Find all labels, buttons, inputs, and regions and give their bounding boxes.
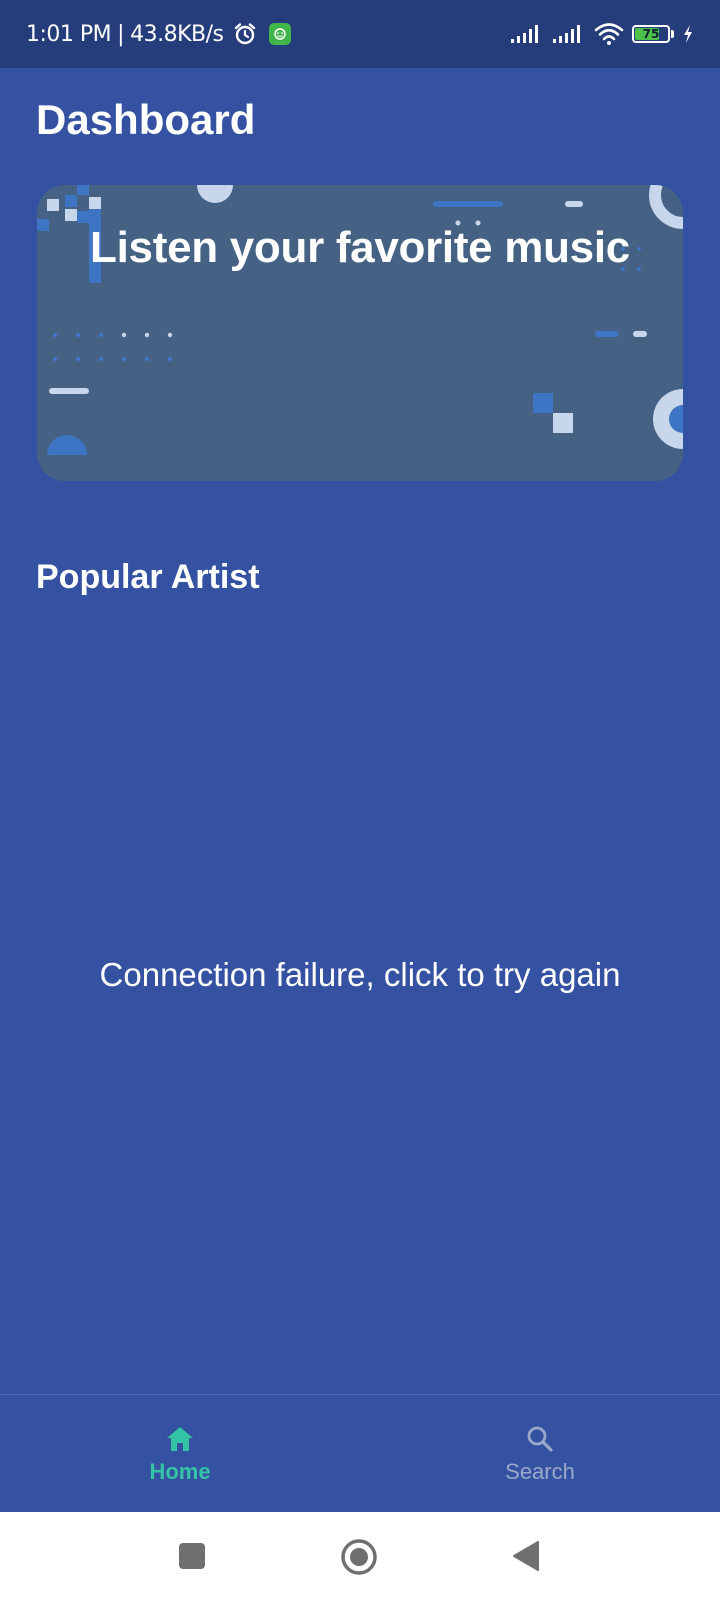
battery-level: 75 bbox=[642, 27, 660, 41]
recents-button[interactable] bbox=[178, 1542, 206, 1570]
status-left: 1:01 PM | 43.8KB/s bbox=[26, 21, 292, 47]
recents-icon bbox=[179, 1543, 205, 1569]
search-icon bbox=[527, 1426, 553, 1452]
page-title: Dashboard bbox=[36, 96, 256, 143]
status-time: 1:01 PM bbox=[26, 21, 112, 47]
banner-title: Listen your favorite music bbox=[90, 223, 630, 272]
battery-tip bbox=[671, 30, 674, 38]
home-circle-icon bbox=[341, 1539, 377, 1575]
tab-search-label: Search bbox=[505, 1459, 575, 1484]
battery-icon: 75 bbox=[632, 25, 670, 43]
tab-home[interactable]: Home bbox=[0, 1395, 360, 1512]
charging-icon bbox=[684, 25, 692, 43]
bottom-nav: Home Search bbox=[0, 1394, 720, 1512]
back-icon bbox=[513, 1541, 539, 1571]
network-speed: 43.8KB/s bbox=[130, 21, 224, 47]
tab-home-label: Home bbox=[149, 1459, 211, 1484]
status-bar: 1:01 PM | 43.8KB/s 75 bbox=[0, 0, 720, 68]
connection-retry-message[interactable]: Connection failure, click to try again bbox=[0, 956, 720, 994]
signal-icon bbox=[511, 25, 538, 43]
wifi-icon bbox=[594, 23, 624, 45]
system-nav-bar bbox=[0, 1512, 720, 1600]
status-right: 75 bbox=[510, 22, 694, 46]
home-system-button[interactable] bbox=[340, 1538, 378, 1576]
signal-icon bbox=[553, 25, 580, 43]
popular-artist-title: Popular Artist bbox=[36, 558, 260, 596]
tab-search[interactable]: Search bbox=[360, 1395, 720, 1512]
home-icon bbox=[167, 1427, 193, 1451]
app-notification-icon bbox=[269, 23, 292, 45]
status-separator: | bbox=[117, 21, 125, 47]
banner: Listen your favorite music bbox=[37, 185, 683, 481]
back-button[interactable] bbox=[512, 1540, 540, 1572]
alarm-icon bbox=[235, 23, 256, 45]
